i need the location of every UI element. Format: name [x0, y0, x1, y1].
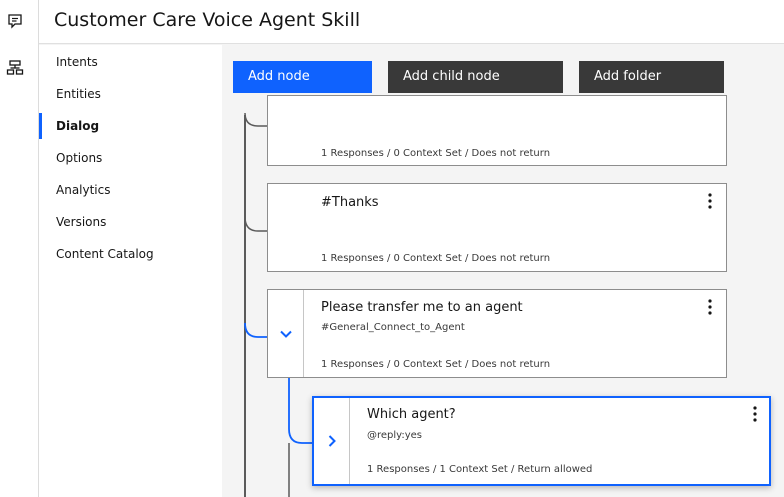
add-folder-button[interactable]: Add folder [579, 61, 724, 93]
add-node-button[interactable]: Add node [233, 61, 372, 93]
page-header: Customer Care Voice Agent Skill [39, 0, 784, 44]
page-title: Customer Care Voice Agent Skill [54, 9, 361, 31]
expand-toggle[interactable] [314, 398, 350, 484]
dialog-node-transfer-agent[interactable]: Please transfer me to an agent #General_… [267, 289, 727, 378]
sidebar: Intents Entities Dialog Options Analytic… [39, 45, 222, 497]
overflow-menu-icon[interactable] [749, 404, 761, 424]
sidebar-item-options[interactable]: Options [39, 145, 222, 171]
icon-rail [0, 0, 39, 497]
node-condition: @reply:yes [367, 430, 423, 441]
chat-bubble-icon[interactable] [4, 10, 26, 32]
node-title: #Thanks [321, 195, 379, 210]
node-summary: 1 Responses / 1 Context Set / Return all… [367, 464, 593, 475]
dialog-node[interactable]: 1 Responses / 0 Context Set / Does not r… [267, 95, 727, 166]
overflow-menu-icon[interactable] [704, 191, 716, 211]
chevron-right-icon [328, 435, 336, 447]
sidebar-item-intents[interactable]: Intents [39, 49, 222, 75]
add-child-node-button[interactable]: Add child node [388, 61, 563, 93]
sidebar-item-versions[interactable]: Versions [39, 209, 222, 235]
node-title: Please transfer me to an agent [321, 300, 523, 315]
node-summary: 1 Responses / 0 Context Set / Does not r… [321, 148, 551, 159]
sidebar-item-entities[interactable]: Entities [39, 81, 222, 107]
sidebar-item-content-catalog[interactable]: Content Catalog [39, 241, 222, 267]
dialog-tree-icon[interactable] [4, 57, 26, 79]
sidebar-item-dialog[interactable]: Dialog [39, 113, 222, 139]
node-condition: #General_Connect_to_Agent [321, 322, 465, 333]
node-summary: 1 Responses / 0 Context Set / Does not r… [321, 359, 551, 370]
collapse-toggle[interactable] [268, 290, 304, 377]
overflow-menu-icon[interactable] [704, 297, 716, 317]
node-title: Which agent? [367, 407, 456, 422]
dialog-canvas: 1 Responses / 0 Context Set / Does not r… [222, 45, 784, 497]
dialog-node-which-agent[interactable]: Which agent? @reply:yes 1 Responses / 1 … [312, 396, 771, 486]
sidebar-item-analytics[interactable]: Analytics [39, 177, 222, 203]
node-summary: 1 Responses / 0 Context Set / Does not r… [321, 253, 551, 264]
chevron-down-icon [279, 330, 292, 338]
tree-connector [244, 115, 246, 497]
dialog-node-thanks[interactable]: #Thanks 1 Responses / 0 Context Set / Do… [267, 183, 727, 272]
